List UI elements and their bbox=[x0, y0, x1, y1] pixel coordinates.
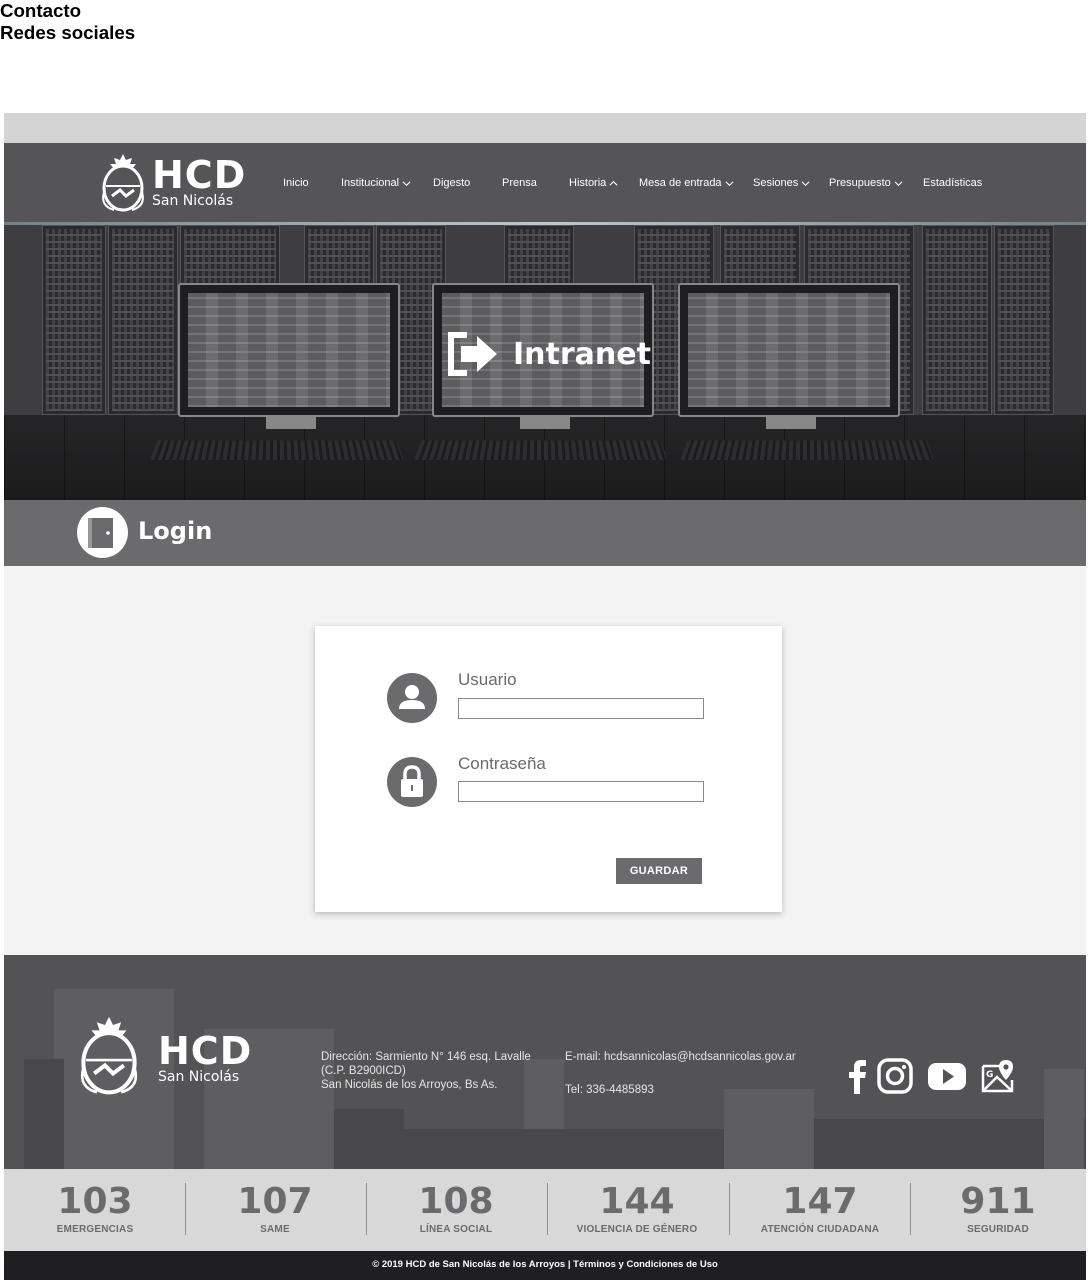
building bbox=[334, 1109, 404, 1169]
coat-of-arms-icon bbox=[80, 1016, 138, 1095]
hero-title: Intranet bbox=[445, 331, 651, 377]
login-form bbox=[315, 626, 782, 912]
nav-item-presupuesto[interactable]: Presupuesto bbox=[829, 177, 903, 189]
monitor-left bbox=[178, 283, 400, 429]
save-button[interactable]: GUARDAR bbox=[616, 858, 702, 884]
building bbox=[24, 1059, 64, 1169]
page: HCD San Nicolás Inicio Institucional Dig… bbox=[0, 0, 1091, 1280]
chevron-down-icon bbox=[402, 180, 411, 186]
keyboard bbox=[150, 440, 404, 460]
nav-item-sesiones[interactable]: Sesiones bbox=[753, 177, 810, 189]
emergency-item: 107 SAME bbox=[220, 1180, 330, 1240]
address-line: (C.P. B2900ICD) bbox=[321, 1065, 406, 1077]
nav-label: Historia bbox=[569, 177, 607, 189]
emergency-number: 911 bbox=[960, 1181, 1036, 1222]
server-rack bbox=[922, 225, 992, 415]
footer-logo-subtitle: San Nicolás bbox=[158, 1069, 240, 1085]
nav-item-digesto[interactable]: Digesto bbox=[433, 177, 470, 189]
contact-email-link[interactable]: E-mail: hcdsannicolas@hcdsannicolas.gov.… bbox=[565, 1050, 796, 1064]
building bbox=[1044, 1069, 1084, 1169]
emergency-numbers bbox=[4, 1169, 1086, 1251]
login-title: Login bbox=[138, 517, 213, 545]
server-rack bbox=[108, 225, 178, 415]
user-input[interactable] bbox=[458, 698, 704, 719]
hero-title-text: Intranet bbox=[513, 336, 651, 372]
nav-label: Institucional bbox=[341, 177, 400, 189]
chevron-down-icon bbox=[725, 180, 734, 186]
nav-label: Inicio bbox=[283, 177, 309, 189]
password-label: Contraseña bbox=[458, 754, 546, 773]
nav-item-institucional[interactable]: Institucional bbox=[341, 177, 411, 189]
header-logo-link[interactable]: HCD San Nicolás bbox=[100, 152, 246, 214]
nav-item-estadisticas[interactable]: Estadísticas bbox=[923, 177, 982, 189]
copyright-bar[interactable]: © 2019 HCD de San Nicolás de los Arroyos… bbox=[4, 1251, 1086, 1280]
keyboard bbox=[414, 440, 668, 460]
emergency-item: 108 LÍNEA SOCIAL bbox=[400, 1180, 512, 1240]
divider bbox=[366, 1183, 367, 1235]
login-band: Login bbox=[4, 500, 1086, 566]
divider bbox=[185, 1183, 186, 1235]
lock-icon bbox=[387, 757, 437, 807]
google-maps-icon[interactable]: G bbox=[980, 1058, 1016, 1094]
nav-label: Mesa de entrada bbox=[639, 177, 722, 189]
emergency-number: 107 bbox=[237, 1181, 313, 1222]
monitor-right bbox=[678, 283, 900, 429]
nav-label: Presupuesto bbox=[829, 177, 891, 189]
social-title: Redes sociales bbox=[0, 22, 136, 43]
contact-address: Dirección: Sarmiento N° 146 esq. Lavalle… bbox=[321, 1050, 531, 1092]
building bbox=[404, 1129, 724, 1169]
user-icon bbox=[387, 673, 437, 723]
server-rack bbox=[42, 225, 106, 415]
nav-item-mesa-de-entrada[interactable]: Mesa de entrada bbox=[639, 177, 734, 189]
facebook-icon[interactable] bbox=[839, 1058, 875, 1094]
address-line: San Nicolás de los Arroyos, Bs As. bbox=[321, 1079, 498, 1091]
logo-title: HCD bbox=[152, 153, 247, 197]
nav-label: Digesto bbox=[433, 177, 471, 189]
footer-logo-title: HCD bbox=[158, 1029, 253, 1073]
nav-label: Estadísticas bbox=[923, 177, 983, 189]
keyboard bbox=[680, 440, 934, 460]
emergency-label: SEGURIDAD bbox=[967, 1224, 1029, 1235]
nav-label: Sesiones bbox=[753, 177, 799, 189]
emergency-label: ATENCIÓN CIUDADANA bbox=[760, 1224, 880, 1235]
login-arrow-icon bbox=[448, 332, 497, 376]
coat-of-arms-icon bbox=[102, 154, 144, 212]
emergency-label: VIOLENCIA DE GÉNERO bbox=[576, 1224, 698, 1235]
nav-item-inicio[interactable]: Inicio bbox=[283, 177, 309, 189]
address-line: Dirección: Sarmiento N° 146 esq. Lavalle bbox=[321, 1051, 531, 1063]
password-input[interactable] bbox=[458, 781, 704, 802]
chevron-down-icon bbox=[801, 180, 810, 186]
emergency-number: 144 bbox=[599, 1181, 675, 1222]
emergency-label: SAME bbox=[260, 1224, 290, 1235]
emergency-item: 911 SEGURIDAD bbox=[943, 1180, 1053, 1240]
youtube-icon[interactable] bbox=[927, 1058, 967, 1094]
footer-logo-link[interactable]: HCD San Nicolás bbox=[78, 1014, 252, 1098]
instagram-icon[interactable] bbox=[877, 1058, 913, 1094]
top-strip bbox=[4, 113, 1086, 143]
svg-text:G: G bbox=[986, 1070, 993, 1080]
emergency-number: 147 bbox=[782, 1181, 858, 1222]
emergency-item: 103 EMERGENCIAS bbox=[40, 1180, 150, 1240]
contact-phone: Tel: 336-4485893 bbox=[565, 1084, 654, 1096]
emergency-label: LÍNEA SOCIAL bbox=[419, 1224, 493, 1235]
emergency-number: 103 bbox=[57, 1181, 133, 1222]
nav-item-prensa[interactable]: Prensa bbox=[502, 177, 537, 189]
logo-subtitle: San Nicolás bbox=[152, 193, 234, 209]
divider bbox=[547, 1183, 548, 1235]
emergency-number: 108 bbox=[418, 1181, 494, 1222]
door-icon bbox=[77, 507, 128, 558]
nav-label: Prensa bbox=[502, 177, 537, 189]
divider bbox=[729, 1183, 730, 1235]
divider bbox=[910, 1183, 911, 1235]
contact-title: Contacto bbox=[0, 0, 82, 21]
emergency-item: 144 VIOLENCIA DE GÉNERO bbox=[572, 1180, 702, 1240]
nav-item-historia[interactable]: Historia bbox=[569, 177, 618, 189]
emergency-label: EMERGENCIAS bbox=[56, 1224, 134, 1235]
building bbox=[724, 1089, 814, 1169]
server-rack bbox=[994, 225, 1054, 415]
chevron-up-icon bbox=[609, 180, 618, 186]
emergency-item: 147 ATENCIÓN CIUDADANA bbox=[752, 1180, 888, 1240]
user-label: Usuario bbox=[458, 670, 517, 689]
chevron-down-icon bbox=[894, 180, 903, 186]
